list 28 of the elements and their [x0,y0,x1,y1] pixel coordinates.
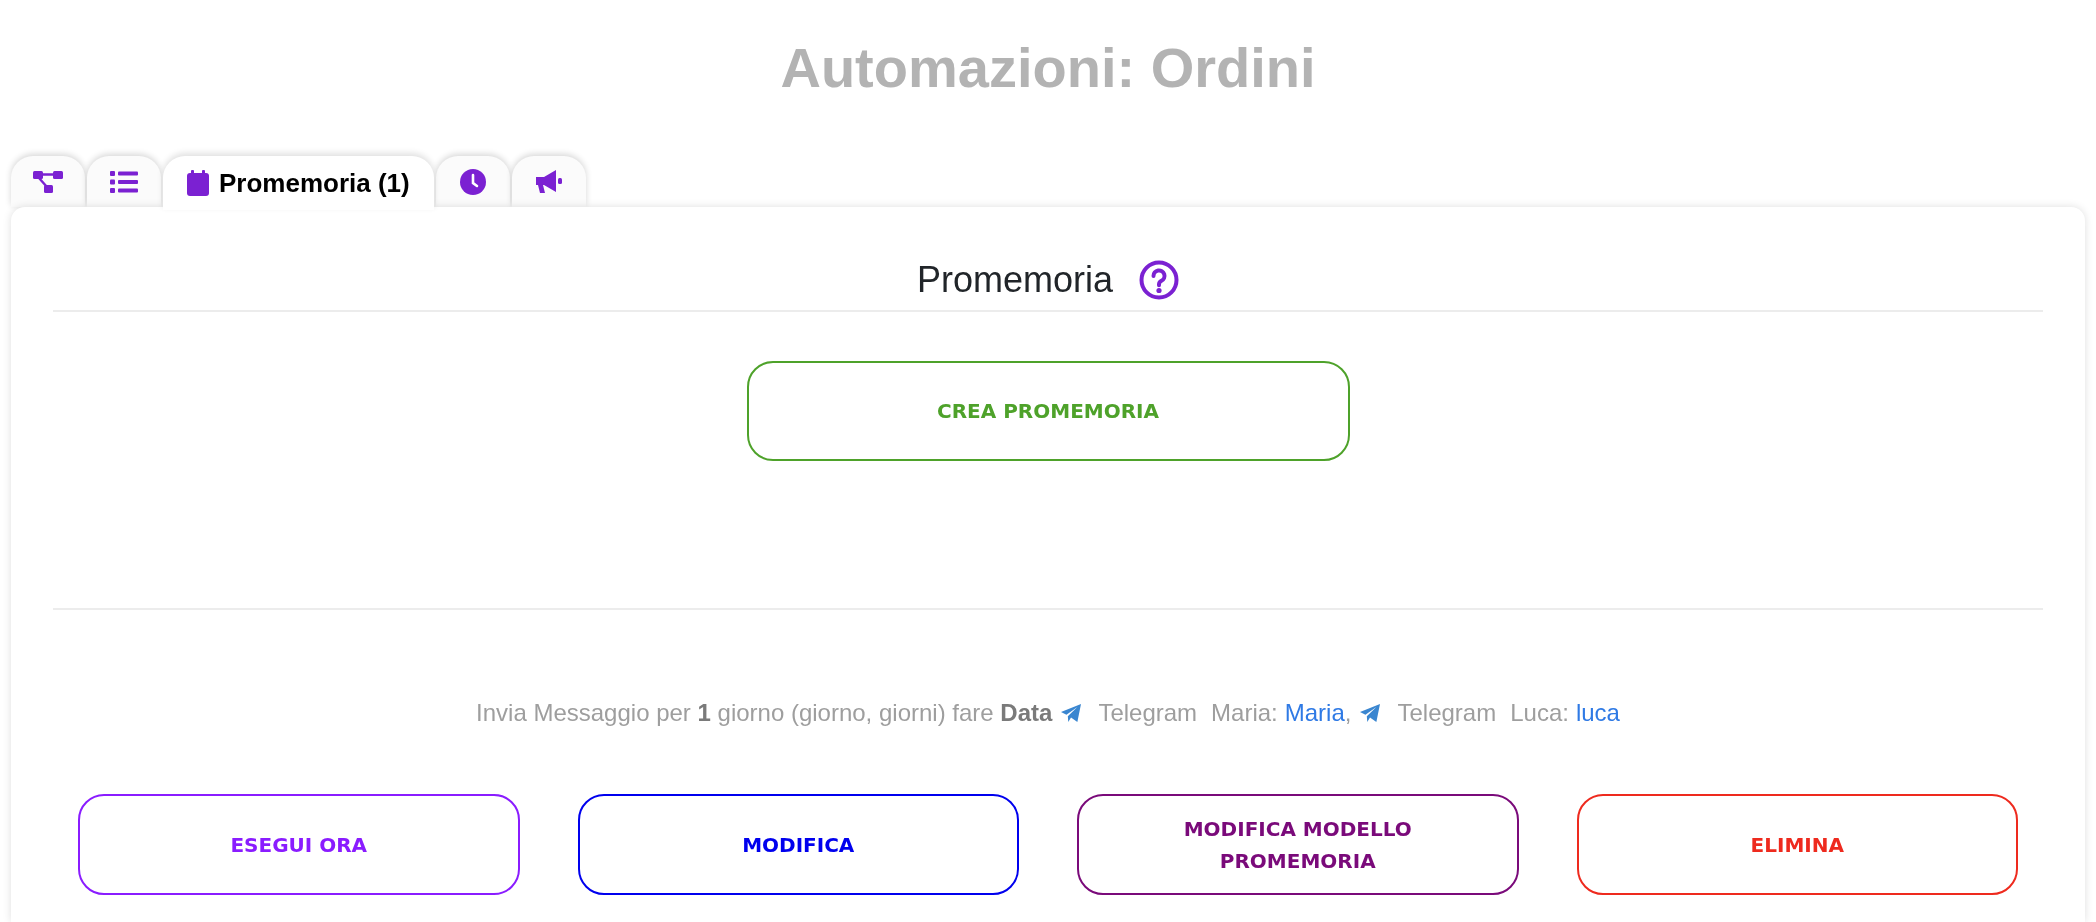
recipient-link[interactable]: luca [1575,695,1620,731]
recipient-label: Maria: [1211,698,1278,728]
tab[interactable] [435,156,510,207]
tab[interactable] [511,156,586,207]
paper-plane-icon [1359,703,1382,723]
recipient-label: Luca: [1510,698,1569,728]
separator-text: , [1344,698,1352,728]
page-title: Automazioni: Ordini [779,35,1317,101]
recipient-link[interactable]: Maria [1284,695,1345,731]
calendar-icon [187,170,209,196]
megaphone-icon [534,168,563,195]
section-title: Promemoria [916,258,1114,302]
channel-label: Telegram [1098,698,1198,728]
help-icon[interactable] [1139,260,1180,300]
action-button[interactable]: ESEGUI ORA [78,794,520,895]
channel-label: Telegram [1397,698,1497,728]
action-button[interactable]: MODIFICA MODELLO PROMEMORIA [1077,794,1519,895]
tab[interactable]: Promemoria (1) [163,156,434,210]
list-icon [110,170,138,193]
action-button[interactable]: MODIFICA [577,794,1019,895]
action-button[interactable]: ELIMINA [1576,794,2018,895]
diagram-icon [33,169,63,194]
paper-plane-icon [1060,703,1083,723]
summary-text: Invia Messaggio per 1 giorno (giorno, giorni) fare Data [476,698,1053,728]
create-button[interactable]: CREA PROMEMORIA [746,361,1350,461]
tab[interactable] [87,156,161,207]
tab[interactable] [11,156,85,207]
clock-icon [459,168,486,195]
